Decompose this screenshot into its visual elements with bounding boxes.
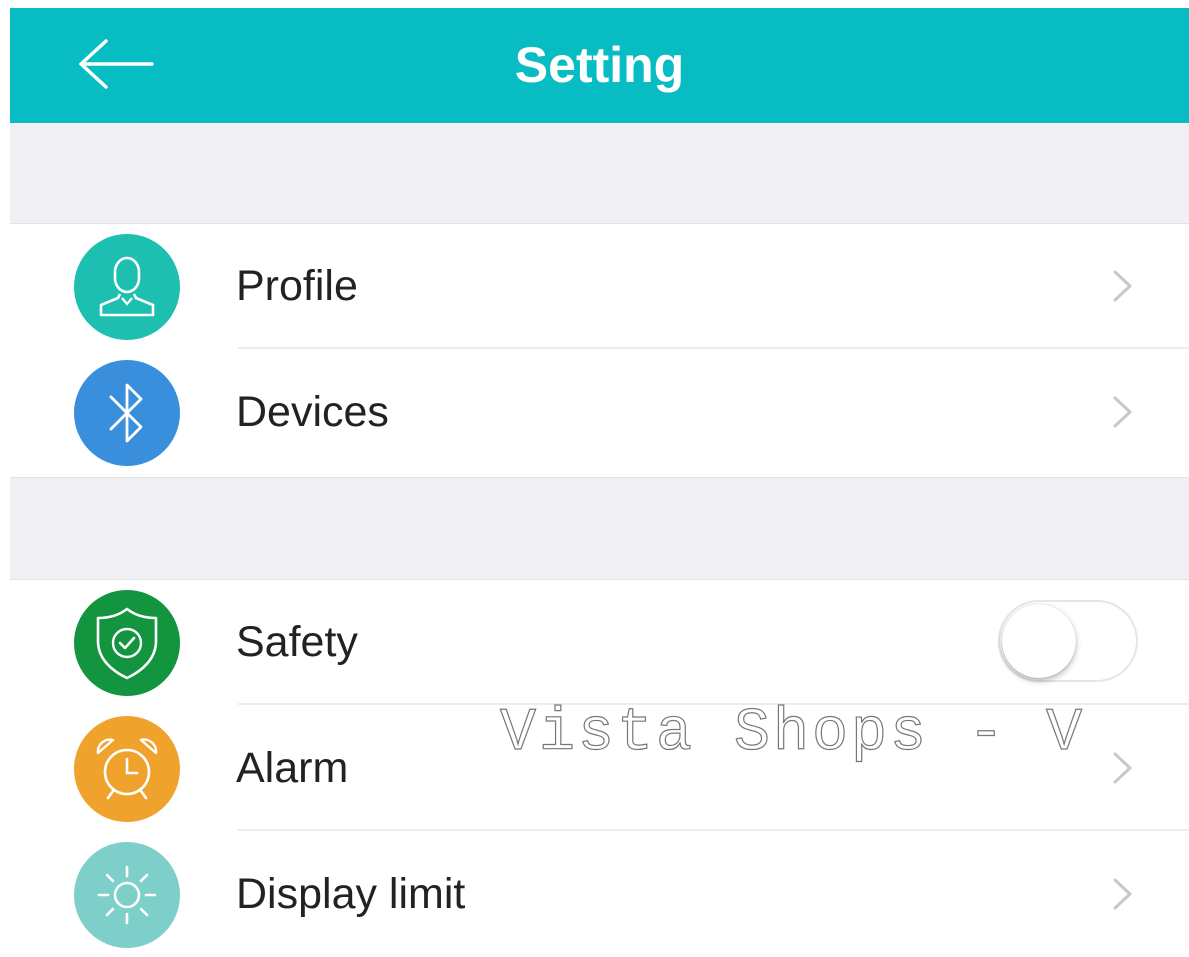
bluetooth-icon bbox=[74, 360, 180, 466]
settings-item-label: Safety bbox=[236, 618, 358, 666]
settings-item-display-limit[interactable]: Display limit bbox=[10, 832, 1189, 957]
chevron-right-icon bbox=[1109, 266, 1137, 306]
user-icon bbox=[74, 234, 180, 340]
header-bar: Setting bbox=[10, 8, 1189, 123]
section-spacer bbox=[10, 477, 1189, 580]
back-button[interactable] bbox=[68, 32, 164, 100]
alarm-clock-icon bbox=[74, 716, 180, 822]
settings-item-safety: Safety bbox=[10, 580, 1189, 705]
settings-item-devices[interactable]: Devices bbox=[10, 350, 1189, 475]
row-divider bbox=[238, 829, 1189, 831]
toggle-knob bbox=[1002, 604, 1076, 678]
section-spacer bbox=[10, 123, 1189, 224]
settings-item-label: Profile bbox=[236, 262, 358, 310]
settings-item-label: Alarm bbox=[236, 744, 349, 792]
watermark-text: Vista Shops - V bbox=[499, 699, 1086, 768]
settings-item-profile[interactable]: Profile bbox=[10, 224, 1189, 349]
arrow-left-icon bbox=[76, 38, 156, 94]
chevron-right-icon bbox=[1109, 392, 1137, 432]
chevron-right-icon bbox=[1109, 748, 1137, 788]
settings-item-label: Devices bbox=[236, 388, 389, 436]
row-divider bbox=[238, 347, 1189, 349]
settings-item-label: Display limit bbox=[236, 870, 466, 918]
page-title: Setting bbox=[514, 37, 685, 93]
chevron-right-icon bbox=[1109, 874, 1137, 914]
shield-check-icon bbox=[74, 590, 180, 696]
sun-icon bbox=[74, 842, 180, 948]
safety-toggle[interactable] bbox=[998, 600, 1138, 682]
